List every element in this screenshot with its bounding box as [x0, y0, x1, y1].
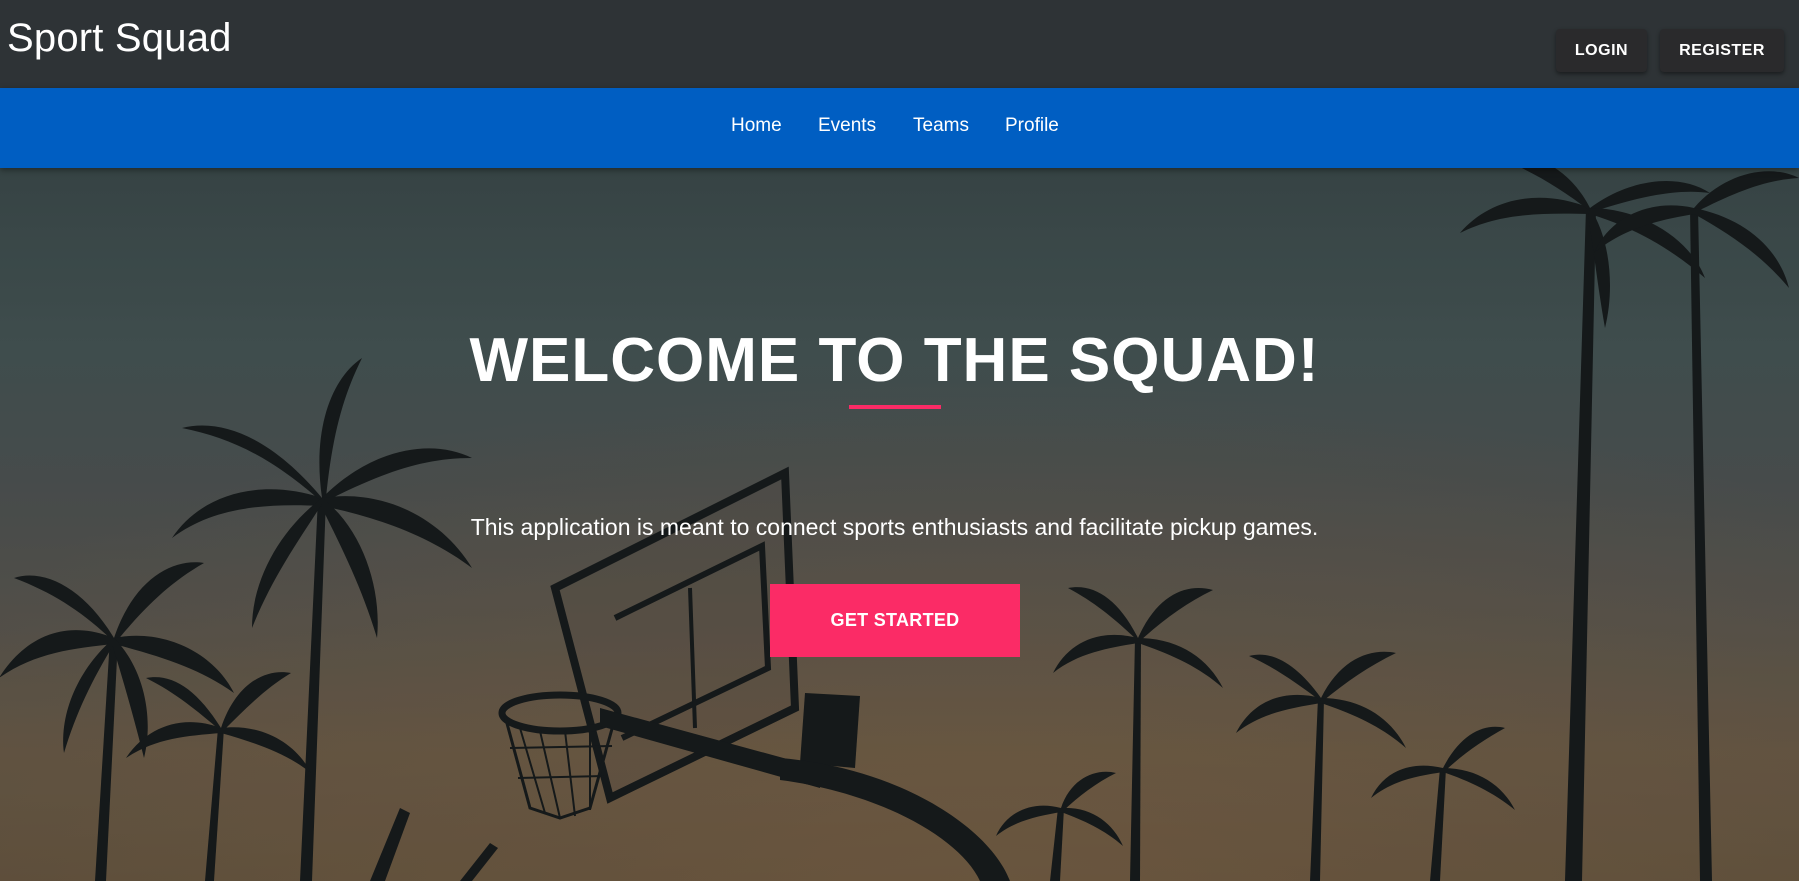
top-bar: Sport Squad LOGIN REGISTER — [0, 0, 1799, 88]
get-started-button[interactable]: GET STARTED — [770, 584, 1020, 657]
main-nav: Home Events Teams Profile — [0, 88, 1799, 168]
nav-item-home[interactable]: Home — [731, 115, 782, 137]
hero-title: WELCOME TO THE SQUAD! — [469, 326, 1320, 395]
login-button[interactable]: LOGIN — [1556, 29, 1647, 72]
title-underline-divider — [849, 405, 941, 409]
nav-item-events[interactable]: Events — [818, 115, 876, 137]
nav-item-teams[interactable]: Teams — [913, 115, 969, 137]
register-button[interactable]: REGISTER — [1660, 29, 1784, 72]
nav-item-profile[interactable]: Profile — [1005, 115, 1059, 137]
hero-subtitle: This application is meant to connect spo… — [470, 514, 1319, 540]
brand-logo[interactable]: Sport Squad — [7, 16, 232, 61]
